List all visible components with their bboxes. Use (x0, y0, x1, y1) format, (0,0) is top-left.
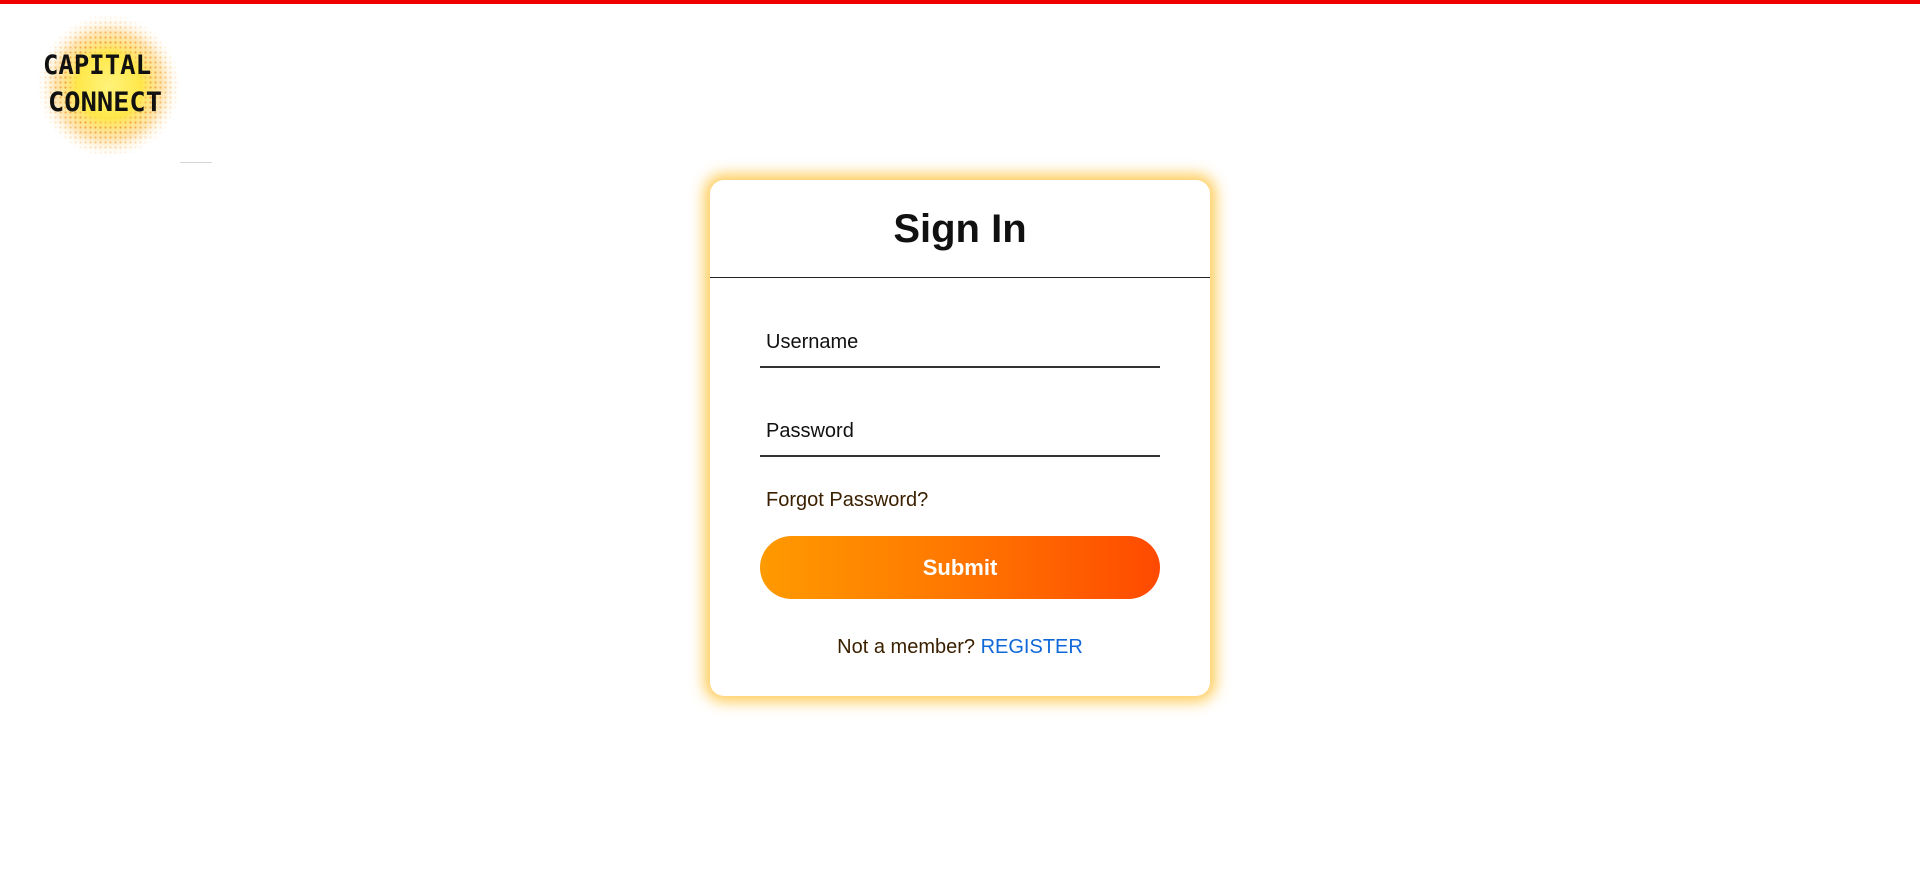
logo-divider (180, 162, 212, 163)
top-accent-bar (0, 0, 1920, 4)
page-title: Sign In (893, 207, 1027, 251)
username-input[interactable] (760, 318, 1160, 366)
not-member-text: Not a member? (837, 636, 976, 658)
logo-text-line1: CAPITAL (43, 50, 151, 81)
capital-connect-logo: CAPITAL CONNECT (38, 10, 180, 162)
password-field-wrapper (760, 407, 1160, 457)
register-link[interactable]: REGISTER (981, 636, 1083, 658)
username-field-wrapper (760, 318, 1160, 368)
sign-in-card: Sign In Forgot Password? Submit Not a me… (710, 180, 1210, 696)
card-header: Sign In (710, 180, 1210, 278)
submit-button[interactable]: Submit (760, 536, 1160, 599)
password-input[interactable] (760, 407, 1160, 455)
register-prompt: Not a member? REGISTER (710, 636, 1210, 659)
logo-text-line2: CONNECT (48, 87, 162, 118)
forgot-password-link[interactable]: Forgot Password? (766, 489, 928, 512)
